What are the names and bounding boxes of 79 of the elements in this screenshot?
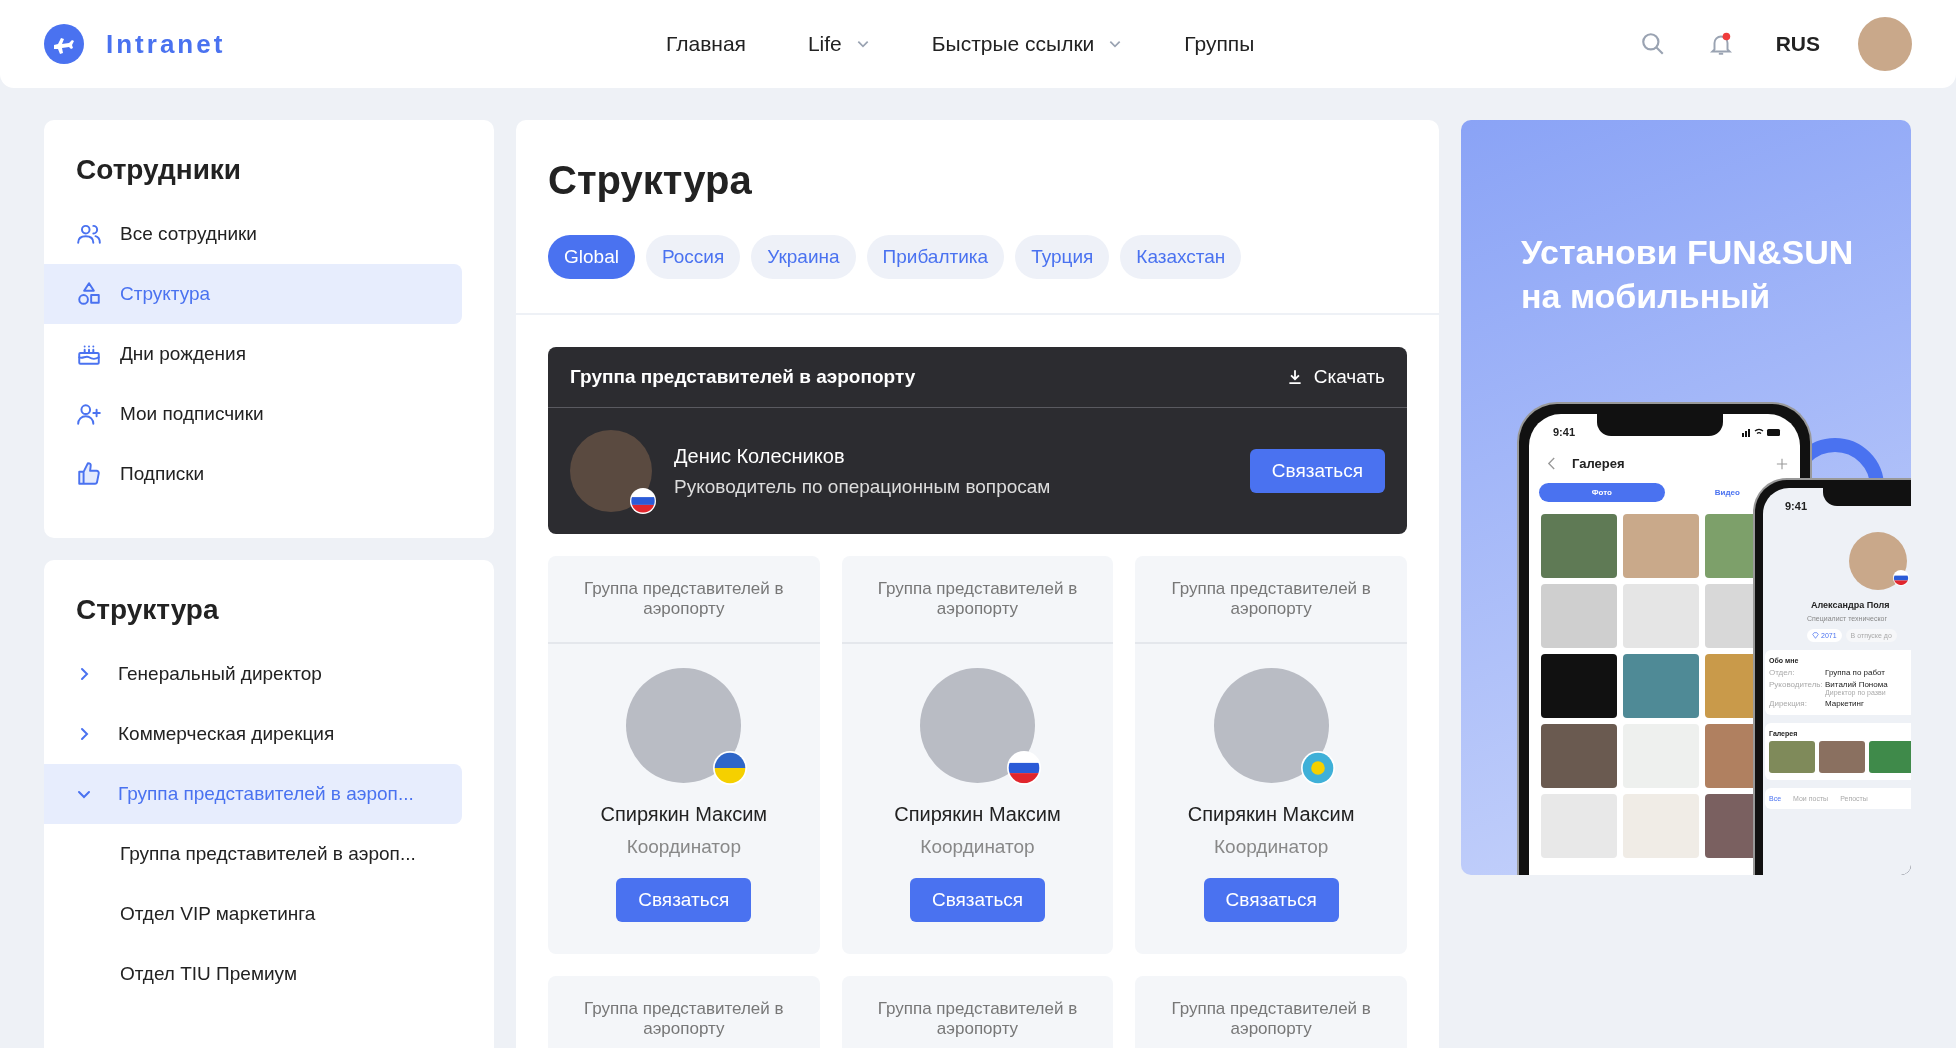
nav-link[interactable]: Life [807,32,870,56]
region-tab[interactable]: Казахстан [1120,235,1242,279]
group-title: Группа представителей в аэропорту [583,998,785,1040]
group-title: Группа представителей в аэропорту [1170,578,1372,620]
person-role: Руководитель по операционным вопросам [674,475,1052,498]
region-tab[interactable]: Россия [645,235,741,279]
group-title: Группа представителей в аэропорту [876,578,1079,620]
sidebar-item[interactable]: Все сотрудники [44,204,462,264]
tree-item[interactable]: Отдел VIP маркетинга [44,884,462,944]
sidebar-item[interactable]: Дни рождения [44,324,462,384]
plus-icon [1776,457,1788,470]
region-tab[interactable]: Турция [1015,235,1110,279]
person-name: Спирякин Максим [894,803,1061,826]
tree-item[interactable]: Группа представителей в аэроп... [44,764,462,824]
section-title: Структура [76,594,220,626]
nav-link[interactable]: Группы [1184,32,1255,56]
tree-item[interactable]: Группа представителей в аэроп... [44,824,462,884]
segment-tab: Фото [1539,483,1665,502]
contact-button[interactable]: Связаться [1249,449,1385,493]
screen-title: Галерея [1572,456,1625,471]
person-name: Александра Поля [1811,600,1891,610]
field-value: Маркетинг [1825,699,1864,708]
person-name: Спирякин Максим [1187,803,1355,826]
logo-text[interactable]: Intranet [106,28,226,60]
back-icon [1547,457,1556,470]
sidebar-item[interactable]: Мои подписчики [44,384,462,444]
contact-button[interactable]: Связаться [616,878,752,922]
group-title: Группа представителей в аэропорту [1170,998,1372,1040]
tree-item[interactable]: Отдел TIU Премиум [44,944,462,1004]
contact-button[interactable]: Связаться [1203,878,1339,922]
person-role: Координатор [626,836,741,858]
user-avatar[interactable] [1858,17,1912,71]
banner-title: Установи FUN&SUN на мобильный [1521,232,1855,318]
photo-placeholder [1819,741,1865,773]
field-label: Руководитель: [1769,680,1824,691]
field-value: Виталий Понома [1825,680,1888,689]
russia-flag-icon [1893,570,1909,586]
field-label: Дирекция: [1769,699,1808,708]
tree-item[interactable]: Генеральный директор [44,644,462,704]
russia-flag-icon [1007,751,1041,785]
russia-flag-icon [630,488,656,514]
banner-background[interactable] [1461,120,1911,875]
kazakhstan-flag-icon [1300,751,1335,785]
diamond-icon [1812,632,1819,639]
status-icons [1742,427,1782,437]
ukraine-flag-icon [713,751,748,785]
segment-label: Видео [1713,487,1741,499]
field-value: Группа по работ [1825,668,1885,677]
tree-item[interactable]: Коммерческая дирекция [44,704,462,764]
language-label[interactable]: RUS [1775,32,1820,56]
page-title: Структура [548,158,753,203]
airplane-logo-icon [44,24,84,64]
person-role: Координатор [920,836,1035,858]
shapes-icon [76,281,102,307]
group-title: Группа представителей в аэропорту [583,578,785,620]
status-time: 9:41 [1553,426,1576,438]
person-role: Координатор [1214,836,1329,858]
download-link[interactable]: Скачать [1285,366,1385,388]
region-tab[interactable]: Украина [751,235,856,279]
region-tab[interactable]: Прибалтика [866,235,1005,279]
add-person-icon [76,401,102,427]
sidebar-item[interactable]: Структура [44,264,462,324]
contact-button[interactable]: Связаться [909,878,1046,922]
avatar [1849,532,1907,590]
region-tab[interactable]: Global [548,235,635,279]
group-title: Группа представителей в аэропорту [876,998,1079,1040]
nav-link[interactable]: Главная [666,32,746,56]
nav-link[interactable]: Быстрые ссылки [931,32,1123,56]
field-label: Отдел: [1769,668,1796,677]
sidebar-item[interactable]: Подписки [44,444,462,504]
thumbs-up-icon [76,461,102,487]
section-title: Сотрудники [76,154,243,186]
person-name: Денис Колесников [674,444,846,468]
bell-icon[interactable] [1707,31,1734,57]
search-icon[interactable] [1639,31,1666,57]
group-title: Группа представителей в аэропорту [570,366,916,388]
status-time: 9:41 [1785,500,1808,512]
person-name: Спирякин Максим [600,803,768,826]
photo-placeholder [1869,741,1911,773]
